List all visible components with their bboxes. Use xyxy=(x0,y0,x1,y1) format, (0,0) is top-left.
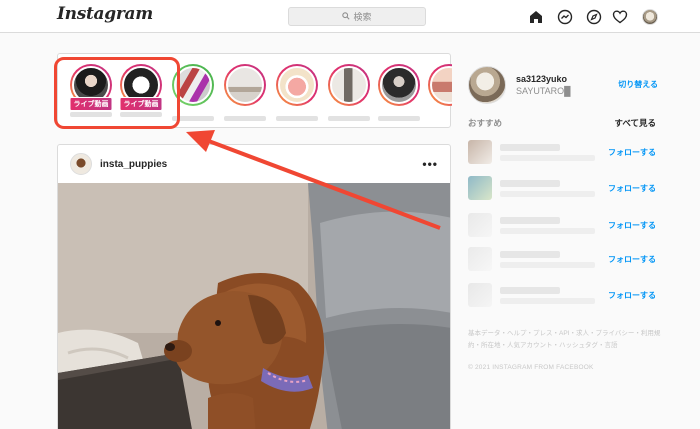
current-user-card: sa3123yuko SAYUTARO█ 切り替える xyxy=(468,66,658,106)
profile-avatar[interactable] xyxy=(641,8,659,26)
story-item[interactable] xyxy=(428,64,452,106)
suggestion-name-blurred xyxy=(500,180,560,187)
story-avatar xyxy=(278,66,316,104)
copyright-text: © 2021 INSTAGRAM FROM FACEBOOK xyxy=(468,364,594,371)
story-username-blurred xyxy=(224,116,266,121)
story-item[interactable] xyxy=(276,64,318,121)
story-ring xyxy=(428,64,452,106)
story-item[interactable] xyxy=(224,64,266,121)
post-photo[interactable] xyxy=(58,183,451,429)
post-author-avatar[interactable] xyxy=(70,153,92,175)
story-avatar xyxy=(226,66,264,104)
suggestion-item: フォローする xyxy=(468,140,656,166)
home-icon[interactable] xyxy=(527,8,545,26)
suggestion-info-blurred xyxy=(500,155,595,161)
story-item[interactable] xyxy=(328,64,370,121)
explore-icon[interactable] xyxy=(585,8,603,26)
story-username-blurred xyxy=(378,116,420,121)
suggestion-avatar-blurred[interactable] xyxy=(468,283,492,307)
story-ring xyxy=(378,64,420,106)
suggestion-info-blurred xyxy=(500,262,595,268)
instagram-logo[interactable]: Instagram xyxy=(57,4,153,24)
suggestion-info-blurred xyxy=(500,298,595,304)
post-username[interactable]: insta_puppies xyxy=(100,159,167,170)
follow-button[interactable]: フォローする xyxy=(608,183,656,194)
see-all-link[interactable]: すべて見る xyxy=(614,117,656,129)
search-input[interactable]: 検索 xyxy=(288,7,426,26)
suggestion-item: フォローする xyxy=(468,213,656,239)
follow-button[interactable]: フォローする xyxy=(608,220,656,231)
current-user-avatar[interactable] xyxy=(468,66,506,104)
suggestion-name-blurred xyxy=(500,217,560,224)
story-ring xyxy=(328,64,370,106)
suggestion-name-blurred xyxy=(500,144,560,151)
current-display-name: SAYUTARO█ xyxy=(516,86,571,96)
footer-links[interactable]: 基本データ・ヘルプ・プレス・API・求人・プライバシー・利用規約・所在地・人気ア… xyxy=(468,328,668,352)
top-navigation-bar: Instagram 検索 xyxy=(0,0,700,33)
annotation-highlight-box xyxy=(54,57,180,129)
follow-button[interactable]: フォローする xyxy=(608,254,656,265)
suggestion-name-blurred xyxy=(500,251,560,258)
story-username-blurred xyxy=(328,116,370,121)
post-header: insta_puppies ••• xyxy=(58,145,450,183)
heart-icon[interactable] xyxy=(611,8,629,26)
suggestion-item: フォローする xyxy=(468,247,656,273)
direct-message-icon[interactable] xyxy=(556,8,574,26)
feed-post: insta_puppies ••• xyxy=(57,144,451,429)
suggestion-avatar-blurred[interactable] xyxy=(468,140,492,164)
story-avatar xyxy=(430,66,452,104)
story-avatar xyxy=(330,66,368,104)
avatar xyxy=(642,9,658,25)
current-username[interactable]: sa3123yuko xyxy=(516,74,567,84)
search-placeholder: 検索 xyxy=(353,12,372,22)
follow-button[interactable]: フォローする xyxy=(608,147,656,158)
suggestion-info-blurred xyxy=(500,191,595,197)
story-ring xyxy=(276,64,318,106)
story-item[interactable] xyxy=(378,64,420,121)
story-ring xyxy=(224,64,266,106)
suggestion-avatar-blurred[interactable] xyxy=(468,213,492,237)
suggestions-header: おすすめ すべて見る xyxy=(468,117,656,129)
suggestion-avatar-blurred[interactable] xyxy=(468,176,492,200)
story-username-blurred xyxy=(276,116,318,121)
story-avatar xyxy=(380,66,418,104)
suggestion-name-blurred xyxy=(500,287,560,294)
switch-account-link[interactable]: 切り替える xyxy=(618,79,658,90)
suggestions-title: おすすめ xyxy=(468,118,503,128)
suggestion-item: フォローする xyxy=(468,176,656,202)
follow-button[interactable]: フォローする xyxy=(608,290,656,301)
suggestion-item: フォローする xyxy=(468,283,656,309)
suggestion-avatar-blurred[interactable] xyxy=(468,247,492,271)
suggestion-info-blurred xyxy=(500,228,595,234)
search-icon xyxy=(342,11,351,22)
more-options-icon[interactable]: ••• xyxy=(422,157,438,171)
